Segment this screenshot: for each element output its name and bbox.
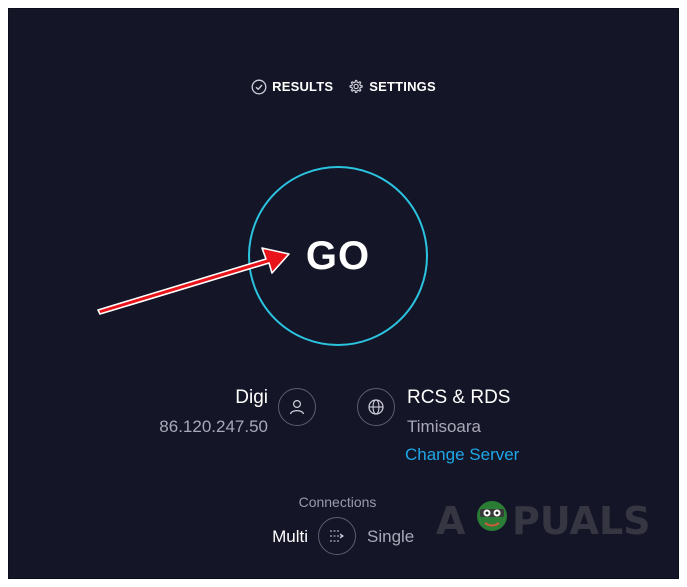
connections-multi-option[interactable]: Multi [272, 527, 308, 547]
check-circle-icon [251, 79, 267, 94]
go-label: GO [305, 233, 371, 278]
gear-icon [349, 79, 363, 94]
isp-name: Digi [235, 387, 268, 408]
results-nav-item[interactable]: RESULTS [251, 78, 333, 95]
globe-icon [368, 399, 384, 415]
connections-arrows-icon [330, 530, 344, 542]
connections-single-option[interactable]: Single [367, 527, 414, 547]
go-button[interactable]: GO [248, 166, 428, 346]
connections-label: Connections [298, 494, 377, 510]
results-label: RESULTS [272, 79, 334, 94]
server-location: Timisoara [407, 417, 481, 436]
settings-label: SETTINGS [369, 79, 436, 94]
top-navigation: RESULTS SETTINGS [0, 78, 687, 95]
connections-toggle[interactable] [318, 517, 356, 555]
user-icon [289, 399, 305, 415]
server-name: RCS & RDS [407, 387, 511, 408]
server-globe-button[interactable] [357, 388, 395, 426]
change-server-link[interactable]: Change Server [405, 445, 519, 465]
settings-nav-item[interactable]: SETTINGS [347, 78, 436, 95]
isp-ip-address: 86.120.247.50 [159, 417, 268, 436]
isp-user-button[interactable] [278, 388, 316, 426]
